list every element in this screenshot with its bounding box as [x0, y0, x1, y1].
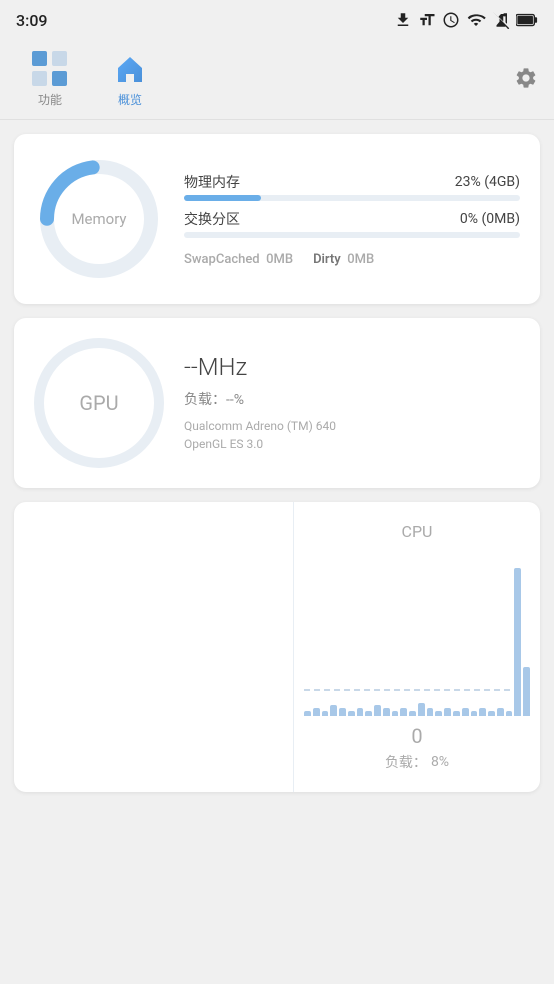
cpu-bar [514, 568, 521, 717]
cpu-bar [462, 708, 469, 716]
cpu-bar [339, 708, 346, 716]
cpu-load-row: 负载： 8% [385, 752, 449, 772]
swap-row: 交换分区 0% (0MB) [184, 209, 520, 238]
cpu-bar [365, 711, 372, 716]
gpu-circle: GPU [34, 338, 164, 468]
tab-func-label: 功能 [38, 91, 62, 108]
home-icon [112, 51, 148, 87]
status-icons [394, 11, 538, 29]
cpu-bar [392, 711, 399, 716]
gpu-mhz: --MHz [184, 353, 520, 381]
cpu-counter: 0 [411, 724, 422, 748]
cpu-bar [322, 711, 329, 716]
gpu-load-value: --% [226, 392, 244, 408]
tab-bar: 功能 概览 [0, 40, 554, 120]
gpu-circle-label: GPU [79, 391, 118, 415]
cpu-bar [374, 705, 381, 716]
gpu-model-line2: OpenGL ES 3.0 [184, 435, 520, 453]
tab-overview[interactable]: 概览 [90, 45, 170, 115]
memory-donut: Memory [34, 154, 164, 284]
status-bar: 3:09 [0, 0, 554, 40]
physical-value: 23% (4GB) [455, 174, 520, 190]
cpu-bar [383, 708, 390, 716]
wifi-icon [466, 11, 486, 29]
swap-value: 0% (0MB) [460, 211, 520, 227]
dirty-value: 0MB [347, 252, 374, 267]
memory-label: Memory [71, 210, 126, 228]
swap-label: 交换分区 [184, 209, 240, 229]
swap-progress-bg [184, 232, 520, 238]
cpu-bar [427, 708, 434, 716]
cpu-bar [497, 708, 504, 716]
memory-info: 物理内存 23% (4GB) 交换分区 0% (0MB) [184, 172, 520, 267]
physical-label: 物理内存 [184, 172, 240, 192]
swap-cached-value: 0MB [266, 252, 293, 267]
cpu-bars [304, 551, 530, 716]
gpu-load: 负载：--% [184, 389, 520, 409]
gpu-model-line1: Qualcomm Adreno (TM) 640 [184, 417, 520, 435]
gpu-load-label: 负载： [184, 392, 226, 408]
gpu-model: Qualcomm Adreno (TM) 640 OpenGL ES 3.0 [184, 417, 520, 453]
tab-func[interactable]: 功能 [10, 45, 90, 115]
memory-extra: SwapCached 0MB Dirty 0MB [184, 252, 520, 267]
cpu-title: CPU [402, 522, 433, 541]
settings-button[interactable] [514, 66, 538, 94]
dirty-item: Dirty 0MB [313, 252, 374, 267]
cpu-bar [435, 711, 442, 716]
cpu-bar [453, 711, 460, 716]
cpu-bar [304, 711, 311, 716]
signal-icon [492, 11, 510, 29]
download-icon [394, 11, 412, 29]
cpu-bar [400, 708, 407, 716]
cpu-bar [471, 711, 478, 716]
physical-progress-bg [184, 195, 520, 201]
cpu-bar [479, 708, 486, 716]
gpu-info: --MHz 负载：--% Qualcomm Adreno (TM) 640 Op… [184, 353, 520, 453]
func-icon [32, 51, 68, 87]
cpu-bar [348, 711, 355, 716]
physical-memory-row: 物理内存 23% (4GB) [184, 172, 520, 201]
status-time: 3:09 [16, 11, 48, 30]
cpu-bar [418, 703, 425, 717]
cpu-left-panel [14, 502, 294, 792]
cpu-card: CPU 0 负载： 8% [14, 502, 540, 792]
cpu-right-panel: CPU 0 负载： 8% [294, 502, 540, 792]
cpu-bar [313, 708, 320, 716]
font-icon [418, 11, 436, 29]
swap-cached-item: SwapCached 0MB [184, 252, 293, 267]
cpu-bar [409, 711, 416, 716]
cpu-bar [330, 705, 337, 716]
cpu-bar [444, 708, 451, 716]
battery-icon [516, 13, 538, 27]
main-content: Memory 物理内存 23% (4GB) 交换分区 0% (0MB) [0, 120, 554, 806]
cpu-bar [523, 667, 530, 716]
swap-cached-label: SwapCached [184, 252, 260, 267]
tab-overview-label: 概览 [118, 91, 142, 108]
cpu-bar [357, 708, 364, 716]
cpu-load-label: 负载： [385, 752, 427, 772]
cpu-bar [488, 711, 495, 716]
gpu-card: GPU --MHz 负载：--% Qualcomm Adreno (TM) 64… [14, 318, 540, 488]
cpu-bar [506, 711, 513, 716]
dirty-label: Dirty [313, 252, 341, 267]
memory-card: Memory 物理内存 23% (4GB) 交换分区 0% (0MB) [14, 134, 540, 304]
clock-icon [442, 11, 460, 29]
cpu-load-value: 8% [431, 754, 449, 770]
physical-progress-fill [184, 195, 261, 201]
